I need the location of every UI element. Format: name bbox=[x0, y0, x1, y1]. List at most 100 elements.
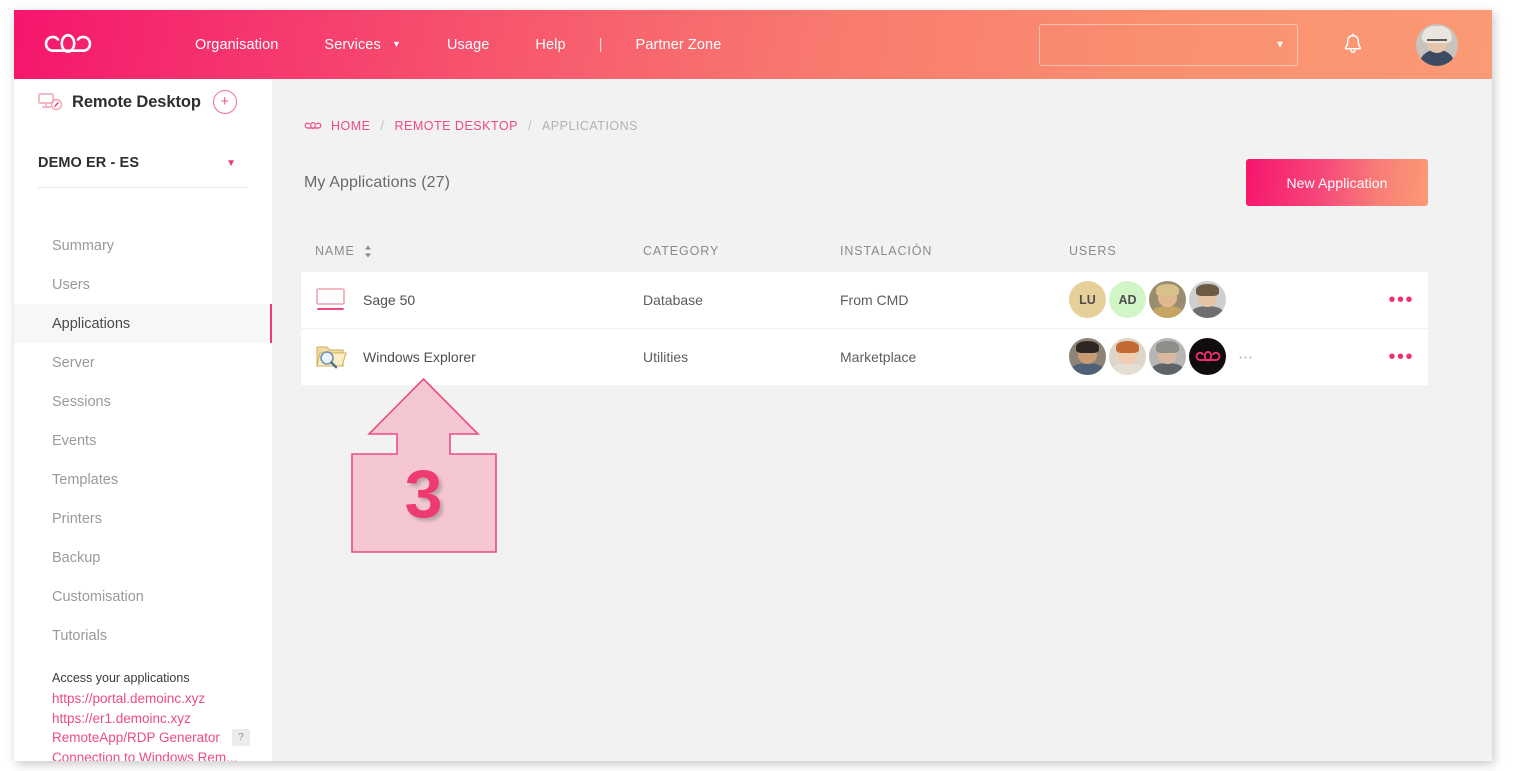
sidebar-item-events[interactable]: Events bbox=[14, 421, 272, 460]
sidebar-item-printers[interactable]: Printers bbox=[14, 499, 272, 538]
cloud-logo-icon[interactable] bbox=[42, 25, 94, 65]
access-link-windows-connection[interactable]: Connection to Windows Rem... bbox=[52, 748, 264, 762]
sidebar-item-applications[interactable]: Applications bbox=[14, 304, 272, 343]
organisation-selector[interactable]: DEMO ER - ES ▼ bbox=[38, 155, 248, 188]
column-header-category: CATEGORY bbox=[643, 244, 840, 258]
table-row[interactable]: Sage 50 Database From CMD LU AD ••• bbox=[301, 272, 1428, 329]
access-links-title: Access your applications bbox=[52, 671, 190, 685]
column-header-label: NAME bbox=[315, 244, 355, 258]
main-content: HOME / REMOTE DESKTOP / APPLICATIONS My … bbox=[272, 79, 1492, 761]
main-menu: Organisation Services ▼ Usage Help | Par… bbox=[172, 31, 744, 59]
column-header-name[interactable]: NAME bbox=[315, 244, 643, 258]
avatar-hair bbox=[1115, 341, 1140, 354]
avatar-hair bbox=[1195, 284, 1220, 297]
nav-item-partner-zone[interactable]: Partner Zone bbox=[613, 31, 745, 59]
arrow-up-shape bbox=[351, 377, 497, 553]
notification-bell-icon[interactable] bbox=[1338, 30, 1368, 60]
breadcrumb-item-applications: APPLICATIONS bbox=[541, 119, 639, 133]
page-header: My Applications (27) New Application bbox=[272, 133, 1492, 206]
user-avatar[interactable] bbox=[1416, 23, 1458, 66]
sidebar-item-label: Backup bbox=[52, 549, 101, 566]
more-options-icon[interactable]: ••• bbox=[1388, 347, 1414, 367]
column-header-users: USERS bbox=[1069, 244, 1428, 258]
help-badge-icon[interactable]: ? bbox=[231, 729, 250, 747]
sidebar-item-label: Templates bbox=[52, 471, 119, 488]
cell-category: Utilities bbox=[643, 348, 689, 365]
cell-installation: From CMD bbox=[840, 291, 909, 308]
sidebar-item-label: Sessions bbox=[52, 393, 111, 410]
sidebar-item-label: Customisation bbox=[52, 588, 144, 605]
chevron-down-icon: ▼ bbox=[1275, 39, 1285, 50]
sidebar-item-label: Users bbox=[52, 276, 90, 293]
header-context-select[interactable]: ▼ bbox=[1039, 23, 1298, 66]
monitor-icon bbox=[315, 285, 349, 315]
new-application-button[interactable]: New Application bbox=[1246, 159, 1428, 206]
annotation-step-number: 3 bbox=[404, 456, 443, 532]
avatar-photo[interactable] bbox=[1109, 338, 1146, 376]
avatar-photo[interactable] bbox=[1149, 281, 1186, 319]
sidebar-service-title: Remote Desktop bbox=[72, 92, 201, 111]
access-link-remoteapp-generator[interactable]: RemoteApp/RDP Generator bbox=[52, 728, 220, 748]
avatar-photo[interactable] bbox=[1189, 281, 1226, 319]
sidebar-item-label: Server bbox=[52, 354, 95, 371]
applications-table: NAME CATEGORY INSTALACIÓN USERS Sage 50 … bbox=[301, 230, 1428, 385]
cell-name: Windows Explorer bbox=[315, 342, 643, 372]
avatar-initials-label: AD bbox=[1118, 292, 1137, 307]
access-link-er1[interactable]: https://er1.demoinc.xyz bbox=[52, 709, 264, 729]
remote-desktop-icon bbox=[38, 92, 64, 112]
nav-item-help[interactable]: Help bbox=[512, 31, 588, 59]
table-row[interactable]: Windows Explorer Utilities Marketplace ⋯… bbox=[301, 329, 1428, 386]
application-name-link[interactable]: Windows Explorer bbox=[363, 349, 476, 365]
nav-item-usage[interactable]: Usage bbox=[424, 31, 512, 59]
sidebar-item-tutorials[interactable]: Tutorials bbox=[14, 616, 272, 655]
nav-item-organisation[interactable]: Organisation bbox=[172, 31, 301, 59]
sort-arrows-icon[interactable] bbox=[364, 245, 372, 258]
avatar-initials[interactable]: LU bbox=[1069, 281, 1106, 319]
sidebar-item-server[interactable]: Server bbox=[14, 343, 272, 382]
sidebar-item-users[interactable]: Users bbox=[14, 265, 272, 304]
chevron-down-icon: ▼ bbox=[226, 157, 236, 169]
avatar-initials-label: LU bbox=[1079, 292, 1096, 307]
cell-users: LU AD bbox=[1069, 281, 1428, 319]
avatar-photo[interactable] bbox=[1069, 338, 1106, 376]
sidebar-item-templates[interactable]: Templates bbox=[14, 460, 272, 499]
avatar-body bbox=[1151, 363, 1184, 376]
avatar-photo[interactable] bbox=[1149, 338, 1186, 376]
organisation-name: DEMO ER - ES bbox=[38, 155, 140, 171]
application-name-link[interactable]: Sage 50 bbox=[363, 292, 415, 308]
nav-item-label: Usage bbox=[446, 36, 490, 53]
sidebar-item-label: Printers bbox=[52, 510, 102, 527]
more-options-icon[interactable]: ••• bbox=[1388, 290, 1414, 310]
cell-category: Database bbox=[643, 291, 703, 308]
sidebar-item-label: Events bbox=[52, 432, 97, 449]
access-link-portal[interactable]: https://portal.demoinc.xyz bbox=[52, 689, 264, 709]
breadcrumb-item-remote-desktop[interactable]: REMOTE DESKTOP bbox=[394, 119, 517, 133]
avatar-body bbox=[1071, 363, 1104, 376]
breadcrumb-separator: / bbox=[527, 119, 532, 133]
page-frame: Organisation Services ▼ Usage Help | Par… bbox=[14, 10, 1492, 761]
folder-search-icon bbox=[315, 342, 349, 372]
avatar-body bbox=[1111, 363, 1144, 376]
table-body: Sage 50 Database From CMD LU AD ••• Wind… bbox=[301, 272, 1428, 385]
sidebar-menu: Summary Users Applications Server Sessio… bbox=[14, 226, 272, 655]
annotation-arrow-3: 3 bbox=[350, 376, 497, 556]
sidebar-item-customisation[interactable]: Customisation bbox=[14, 577, 272, 616]
nav-item-services[interactable]: Services ▼ bbox=[301, 31, 424, 59]
breadcrumb-item-home[interactable]: HOME bbox=[331, 119, 371, 133]
column-header-installation: INSTALACIÓN bbox=[840, 244, 1069, 258]
sidebar-item-backup[interactable]: Backup bbox=[14, 538, 272, 577]
sidebar-item-label: Applications bbox=[52, 315, 131, 332]
avatar-stack: ⋯ bbox=[1069, 338, 1254, 376]
avatar-initials[interactable]: AD bbox=[1109, 281, 1146, 319]
nav-item-label: Help bbox=[535, 36, 566, 53]
sidebar: Remote Desktop + DEMO ER - ES ▼ Summary … bbox=[14, 79, 272, 761]
avatar-hair bbox=[1075, 341, 1100, 354]
avatar-hair bbox=[1155, 284, 1180, 297]
add-service-button[interactable]: + bbox=[212, 90, 237, 114]
avatar-glasses bbox=[1427, 38, 1447, 44]
access-link-row-generator: RemoteApp/RDP Generator ? bbox=[52, 728, 264, 748]
sidebar-item-sessions[interactable]: Sessions bbox=[14, 382, 272, 421]
breadcrumb: HOME / REMOTE DESKTOP / APPLICATIONS bbox=[272, 79, 1492, 133]
avatar-brand-logo[interactable] bbox=[1189, 338, 1226, 376]
sidebar-item-summary[interactable]: Summary bbox=[14, 226, 272, 265]
